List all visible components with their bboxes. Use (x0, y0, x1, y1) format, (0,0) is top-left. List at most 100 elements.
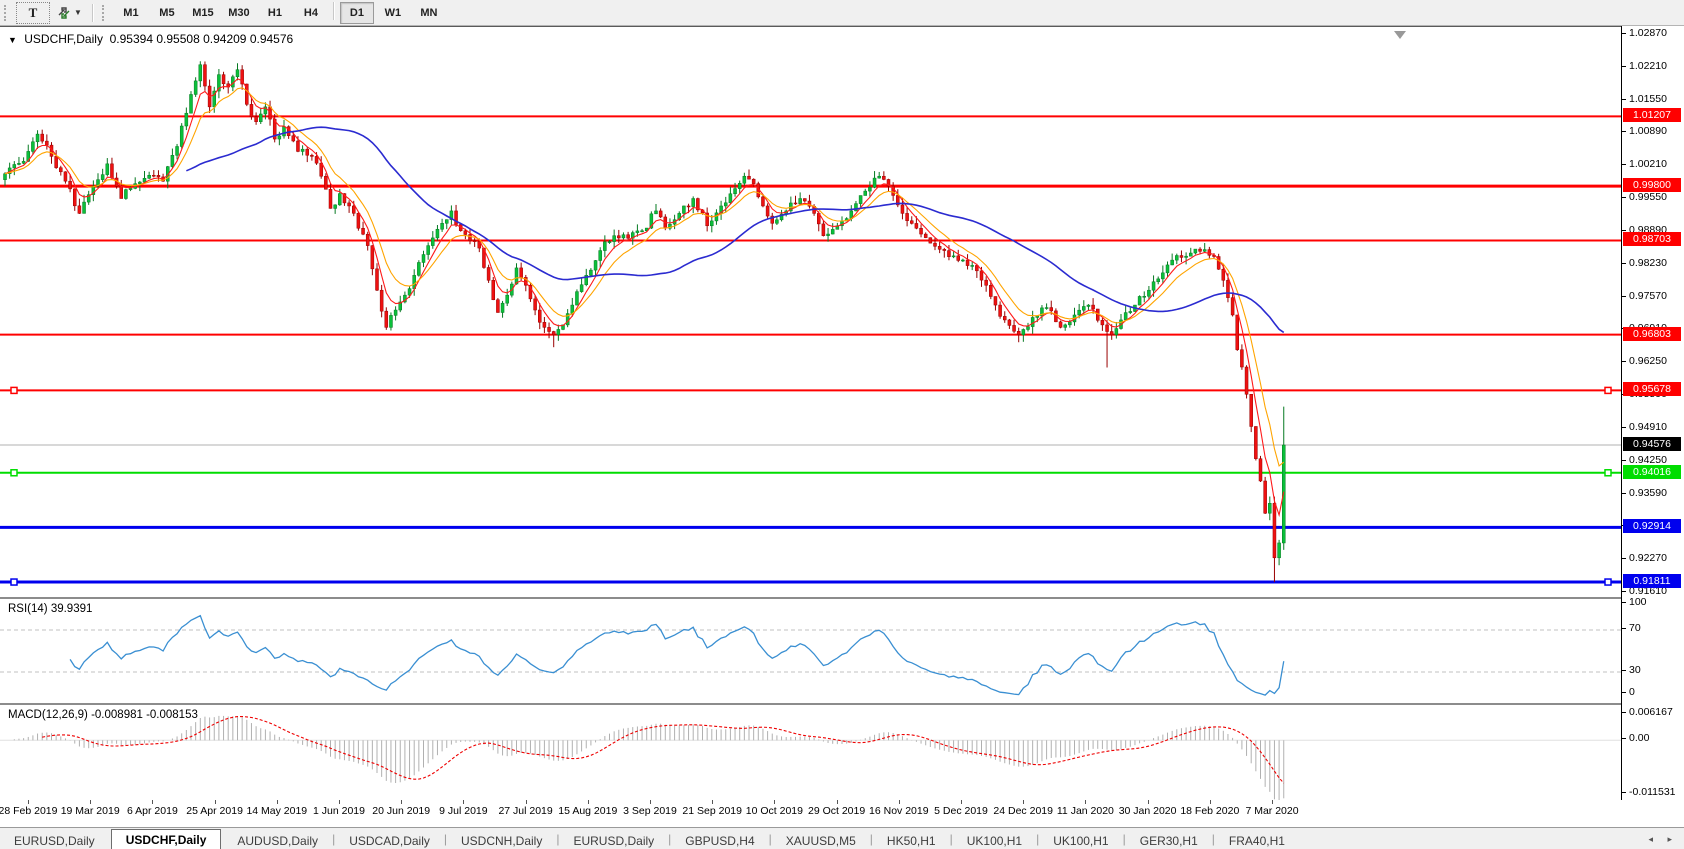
price-level-badge[interactable]: 0.98703 (1623, 232, 1681, 246)
date-label: 16 Nov 2019 (869, 805, 929, 817)
axis-tick (1622, 670, 1626, 671)
line-handle[interactable] (11, 470, 17, 476)
date-tick (650, 800, 651, 804)
date-tick (712, 800, 713, 804)
axis-tick-label: 0.97570 (1629, 290, 1667, 302)
chart-tab-uk100-h1[interactable]: UK100,H1 (1039, 832, 1122, 849)
price-level-badge[interactable]: 1.01207 (1623, 108, 1681, 122)
axis-tick (1622, 738, 1626, 739)
rsi-panel: RSI(14) 39.9391 (0, 597, 1684, 705)
price-level-badge[interactable]: 0.91811 (1623, 574, 1681, 588)
toolbar-grip[interactable] (4, 5, 11, 21)
axis-tick-label: 1.02210 (1629, 60, 1667, 72)
line-handle[interactable] (11, 579, 17, 585)
chart-tab-gbpusd-h4[interactable]: GBPUSD,H4 (671, 832, 768, 849)
date-tick (1085, 800, 1086, 804)
chart-tab-uk100-h1[interactable]: UK100,H1 (953, 832, 1036, 849)
date-label: 24 Dec 2019 (993, 805, 1053, 817)
date-label: 10 Oct 2019 (746, 805, 803, 817)
date-label: 30 Jan 2020 (1119, 805, 1177, 817)
date-label: 6 Apr 2019 (127, 805, 178, 817)
date-tick (277, 800, 278, 804)
date-label: 1 Jun 2019 (313, 805, 365, 817)
rsi-axis-label: 100 (1629, 596, 1647, 608)
price-level-badge[interactable]: 0.99800 (1623, 178, 1681, 192)
text-tool-button[interactable]: T (16, 2, 50, 24)
chart-tab-ger30-h1[interactable]: GER30,H1 (1126, 832, 1212, 849)
timeframe-buttons: M1M5M15M30H1H4 D1W1MN (113, 2, 447, 24)
axis-tick-label: 1.00890 (1629, 125, 1667, 137)
date-label: 20 Jun 2019 (372, 805, 430, 817)
line-handle[interactable] (1605, 579, 1611, 585)
timeframe-button-M5[interactable]: M5 (150, 2, 184, 24)
axis-tick (1622, 230, 1626, 231)
price-level-badge[interactable]: 0.92914 (1623, 519, 1681, 533)
axis-tick-label: 1.01550 (1629, 93, 1667, 105)
date-label: 19 Mar 2019 (61, 805, 120, 817)
time-axis[interactable]: 28 Feb 2019 19 Mar 2019 6 Apr 2019 25 Apr 2… (0, 800, 1684, 827)
arrange-charts-button[interactable]: ▼ (52, 2, 87, 24)
chart-tab-xauusd-m5[interactable]: XAUUSD,M5 (772, 832, 870, 849)
date-label: 11 Jan 2020 (1057, 805, 1114, 817)
timeframe-button-M1[interactable]: M1 (114, 2, 148, 24)
main-chart-canvas[interactable] (0, 27, 1621, 598)
timeframe-button-W1[interactable]: W1 (376, 2, 410, 24)
rsi-axis-label: 30 (1629, 664, 1641, 676)
timeframe-button-D1[interactable]: D1 (340, 2, 374, 24)
axis-tick-label: 0.98230 (1629, 257, 1667, 269)
date-tick (90, 800, 91, 804)
line-handle[interactable] (1605, 387, 1611, 393)
date-tick (526, 800, 527, 804)
timeframe-button-M30[interactable]: M30 (222, 2, 256, 24)
axis-tick-label: 1.02870 (1629, 27, 1667, 39)
timeframe-button-M15[interactable]: M15 (186, 2, 220, 24)
chart-shift-marker[interactable] (1394, 31, 1406, 39)
toolbar-separator (333, 2, 335, 20)
macd-axis-label: -0.011531 (1629, 786, 1676, 798)
price-axis[interactable]: 1.028701.022101.015501.008901.002100.995… (1621, 26, 1684, 800)
chart-tab-eurusd-daily[interactable]: EURUSD,Daily (0, 832, 109, 849)
date-label: 25 Apr 2019 (186, 805, 243, 817)
axis-tick-label: 0.94910 (1629, 421, 1667, 433)
chart-tab-hk50-h1[interactable]: HK50,H1 (873, 832, 950, 849)
timeframe-button-MN[interactable]: MN (412, 2, 446, 24)
timeframe-button-H1[interactable]: H1 (258, 2, 292, 24)
date-label: 5 Dec 2019 (934, 805, 988, 817)
date-tick (588, 800, 589, 804)
tab-scroll-arrows[interactable]: ◂ ▸ (1648, 834, 1678, 845)
chart-tab-eurusd-daily[interactable]: EURUSD,Daily (559, 832, 668, 849)
axis-tick (1622, 131, 1626, 132)
toolbar: T ▼ M1M5M15M30H1H4 D1W1MN (0, 0, 1684, 26)
chart-tab-fra40-h1[interactable]: FRA40,H1 (1215, 832, 1299, 849)
date-label: 28 Feb 2019 (0, 805, 57, 817)
chart-tab-usdcad-daily[interactable]: USDCAD,Daily (335, 832, 444, 849)
line-handle[interactable] (11, 387, 17, 393)
date-tick (215, 800, 216, 804)
collapse-triangle-icon[interactable]: ▼ (8, 35, 17, 45)
price-level-badge[interactable]: 0.94016 (1623, 465, 1681, 479)
dropdown-caret-icon: ▼ (74, 8, 82, 17)
price-level-badge[interactable]: 0.96803 (1623, 327, 1681, 341)
rsi-axis-label: 70 (1629, 622, 1641, 634)
axis-tick (1622, 460, 1626, 461)
date-tick (28, 800, 29, 804)
axis-tick-label: 0.92270 (1629, 552, 1667, 564)
price-level-badge[interactable]: 0.95678 (1623, 382, 1681, 396)
timeframe-button-H4[interactable]: H4 (294, 2, 328, 24)
axis-tick (1622, 712, 1626, 713)
date-label: 14 May 2019 (246, 805, 307, 817)
line-handle[interactable] (1605, 470, 1611, 476)
toolbar-grip[interactable] (102, 5, 109, 21)
chart-tab-audusd-daily[interactable]: AUDUSD,Daily (223, 832, 332, 849)
macd-canvas[interactable] (0, 705, 1621, 800)
ohlc-high: 0.95508 (156, 32, 199, 46)
axis-tick (1622, 792, 1626, 793)
axis-tick (1622, 558, 1626, 559)
chart-tab-usdchf-daily[interactable]: USDCHF,Daily (111, 829, 222, 849)
axis-tick (1622, 591, 1626, 592)
chart-tab-usdcnh-daily[interactable]: USDCNH,Daily (447, 832, 556, 849)
axis-tick (1622, 628, 1626, 629)
rsi-line (70, 616, 1284, 695)
ohlc-close: 0.94576 (250, 32, 293, 46)
rsi-canvas[interactable] (0, 599, 1621, 703)
